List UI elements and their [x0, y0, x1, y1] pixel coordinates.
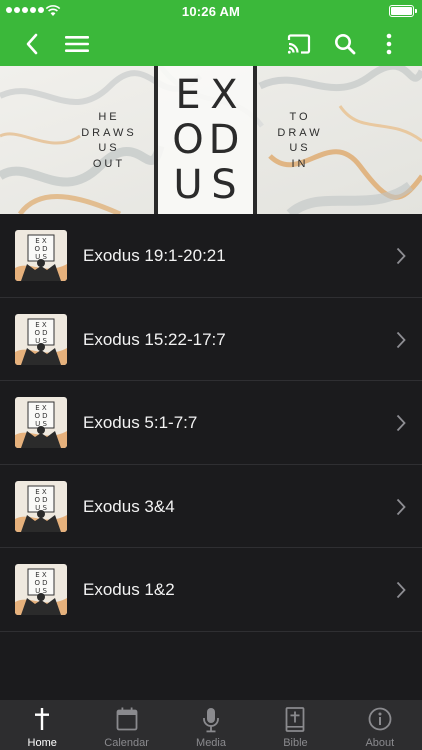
search-button[interactable]	[325, 22, 365, 66]
sermon-thumbnail: E X O D U S	[15, 313, 67, 365]
cross-icon	[35, 708, 50, 730]
svg-text:E X: E X	[35, 404, 47, 412]
sermon-thumbnail: E X O D U S	[15, 397, 67, 448]
svg-text:O D: O D	[34, 245, 47, 253]
svg-text:O D: O D	[34, 496, 47, 504]
app-bar	[0, 22, 422, 66]
tab-media[interactable]: Media	[169, 700, 253, 750]
banner-right-line: IN	[291, 157, 309, 170]
banner-letter: X	[210, 71, 238, 118]
svg-text:E X: E X	[35, 571, 47, 579]
tab-bar: Home Calendar Media Bible About	[0, 700, 422, 750]
banner-right-text: TO DRAW US IN	[268, 110, 332, 172]
banner-left-line: OUT	[92, 157, 126, 170]
tab-label: Bible	[283, 737, 308, 749]
banner-letter: O	[172, 116, 204, 163]
banner-left-line: US	[98, 142, 120, 154]
series-banner: E X O D U S HE DRAWS US OUT TO DRAW US I…	[0, 66, 422, 214]
banner-right-line: TO	[289, 111, 311, 123]
chevron-right-icon	[396, 247, 406, 265]
search-icon	[335, 34, 356, 55]
tab-label: About	[365, 737, 395, 749]
info-icon	[368, 707, 392, 731]
sermon-title: Exodus 1&2	[83, 580, 175, 599]
svg-text:E X: E X	[35, 488, 47, 496]
list-item[interactable]: E X O D U S Exodus 3&4	[0, 465, 422, 548]
sermon-title: Exodus 3&4	[83, 496, 175, 516]
back-button[interactable]	[12, 22, 52, 66]
sermon-thumbnail: E X O D U S	[15, 564, 67, 615]
calendar-icon	[116, 707, 138, 731]
banner-left-text: HE DRAWS US OUT	[74, 110, 144, 172]
status-time: 10:26 AM	[181, 4, 241, 19]
banner-title: E X O D U S	[160, 66, 252, 214]
banner-right-line: US	[289, 142, 311, 154]
microphone-icon	[203, 708, 219, 733]
back-icon	[26, 33, 38, 55]
chevron-right-icon	[396, 331, 406, 348]
cast-icon	[287, 34, 311, 54]
sermon-thumbnail: E X O D U S	[15, 230, 67, 281]
sermon-title: Exodus 5:1-7:7	[83, 413, 198, 432]
sermon-title: Exodus 19:1-20:21	[83, 246, 226, 265]
sermon-thumbnail: E X O D U S	[15, 480, 67, 532]
bible-icon	[286, 707, 305, 732]
more-options-button[interactable]	[369, 22, 409, 66]
tab-about[interactable]: About	[338, 700, 422, 750]
chevron-right-icon	[396, 414, 406, 432]
status-bar: 10:26 AM	[0, 0, 422, 22]
more-vertical-icon	[386, 33, 392, 55]
tab-calendar[interactable]: Calendar	[84, 700, 168, 750]
tab-label: Home	[27, 737, 57, 749]
banner-letter: U	[173, 162, 203, 209]
menu-button[interactable]	[57, 22, 97, 66]
banner-letter: E	[175, 71, 201, 118]
svg-text:E X: E X	[35, 321, 47, 329]
svg-text:E X: E X	[35, 237, 47, 245]
sermon-title: Exodus 15:22-17:7	[83, 329, 226, 349]
sermon-list: E X O D U S Exodus 19:1-20:21 E X O D U …	[0, 214, 422, 632]
svg-text:O D: O D	[34, 329, 47, 337]
banner-left-line: HE	[98, 111, 120, 123]
tab-bible[interactable]: Bible	[253, 700, 337, 750]
battery-icon	[389, 5, 417, 17]
list-item[interactable]: E X O D U S Exodus 15:22-17:7	[0, 298, 422, 381]
svg-text:O D: O D	[34, 579, 47, 587]
list-item[interactable]: E X O D U S Exodus 19:1-20:21	[0, 214, 422, 298]
svg-text:O D: O D	[34, 412, 47, 420]
banner-right-line: DRAW	[277, 126, 323, 139]
list-item[interactable]: E X O D U S Exodus 1&2	[0, 548, 422, 632]
tab-label: Media	[196, 737, 226, 749]
banner-letter: D	[208, 116, 240, 163]
cast-button[interactable]	[279, 22, 319, 66]
tab-label: Calendar	[104, 737, 149, 749]
tab-home[interactable]: Home	[0, 700, 84, 750]
list-item[interactable]: E X O D U S Exodus 5:1-7:7	[0, 381, 422, 465]
chevron-right-icon	[396, 581, 406, 599]
chevron-right-icon	[396, 498, 406, 515]
menu-icon	[65, 36, 89, 52]
banner-letter: S	[211, 162, 237, 209]
banner-left-line: DRAWS	[81, 126, 137, 139]
